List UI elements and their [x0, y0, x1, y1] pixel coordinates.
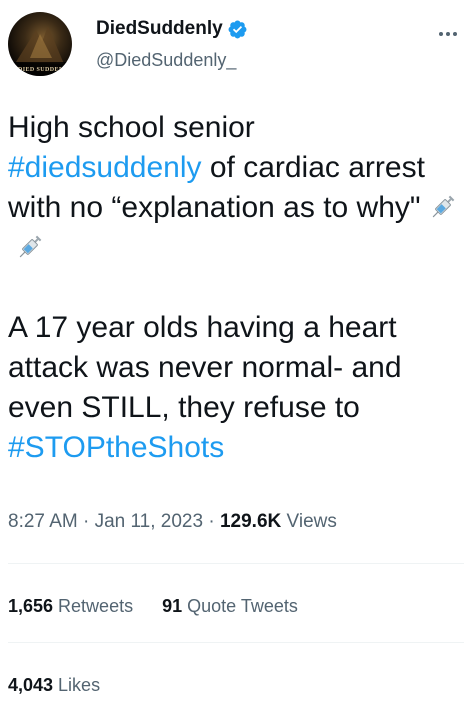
tweet-text-segment: High school senior: [8, 111, 255, 144]
avatar[interactable]: DIED SUDDENLY: [8, 12, 72, 76]
likes-link[interactable]: 4,043 Likes: [8, 675, 100, 695]
tweet-meta: 8:27 AM · Jan 11, 2023 · 129.6K Views: [8, 511, 337, 533]
divider: [8, 563, 464, 564]
quote-tweets-link[interactable]: 91 Quote Tweets: [162, 596, 298, 616]
views-count: 129.6K: [219, 511, 282, 532]
divider: [8, 642, 464, 643]
verified-badge-icon: [228, 20, 247, 38]
quote-tweets-count: 91: [162, 596, 183, 616]
avatar-caption: DIED SUDDENLY: [18, 67, 62, 73]
views-label: Views: [281, 511, 337, 532]
retweets-link[interactable]: 1,656 Retweets: [8, 596, 133, 616]
author-handle[interactable]: @DiedSuddenly_: [96, 50, 236, 71]
tweet-text-segment: A 17 year olds having a heart attack was…: [8, 311, 402, 424]
likes-count: 4,043: [8, 675, 54, 695]
tweet-time[interactable]: 8:27 AM: [8, 511, 78, 532]
syringe-icon: [19, 235, 42, 258]
author-name-row: DiedSuddenly: [96, 18, 248, 40]
tweet-header: DIED SUDDENLY DiedSuddenly @DiedSuddenly…: [8, 12, 464, 76]
tweet-date[interactable]: Jan 11, 2023: [95, 511, 203, 532]
quote-tweets-label: Quote Tweets: [182, 596, 298, 616]
retweets-count: 1,656: [8, 596, 54, 616]
hashtag-link[interactable]: #STOPtheShots: [8, 431, 224, 464]
meta-separator: ·: [203, 511, 220, 532]
meta-separator: ·: [77, 511, 95, 532]
author-display-name[interactable]: DiedSuddenly: [96, 18, 223, 40]
likes-label: Likes: [53, 675, 101, 695]
syringe-icon: [432, 195, 454, 218]
likes-row: 4,043 Likes: [8, 675, 100, 696]
retweets-label: Retweets: [53, 596, 134, 616]
hashtag-link[interactable]: #diedsuddenly: [8, 151, 202, 184]
more-options-icon[interactable]: [436, 22, 460, 46]
engagement-stats-row: 1,656 Retweets 91 Quote Tweets: [8, 596, 298, 617]
tweet-text: High school senior #diedsuddenly of card…: [8, 108, 464, 468]
